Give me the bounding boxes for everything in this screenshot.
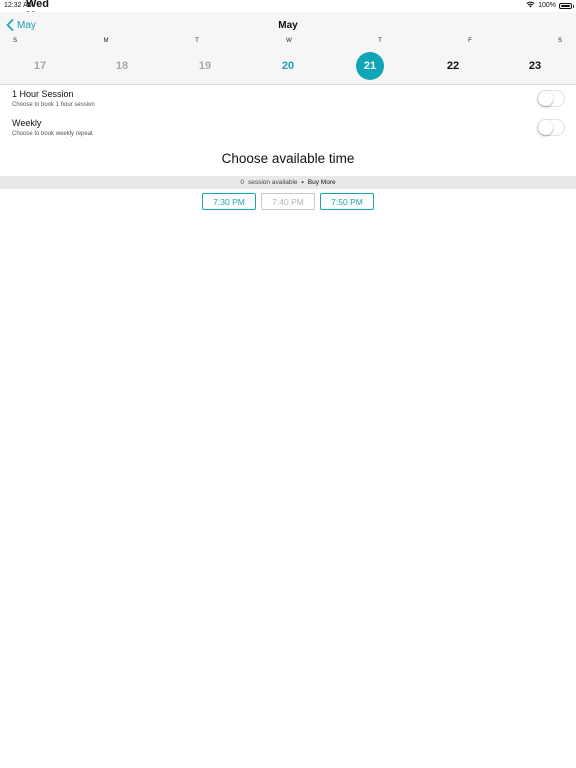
option-one-hour-session: 1 Hour Session Choose to book 1 hour ses… <box>0 89 576 117</box>
session-count: 0 <box>240 179 244 186</box>
section-title: Choose available time <box>221 151 355 166</box>
toggle-knob <box>538 91 553 106</box>
time-slot-list: 7:30 PM 7:40 PM 7:50 PM <box>0 193 576 210</box>
time-slot-button[interactable]: 7:30 PM <box>202 193 256 210</box>
date-cell[interactable]: 23 <box>521 52 549 80</box>
date-cell-selected[interactable]: 21 <box>356 52 384 80</box>
weekday-row: S M T W T F S <box>0 38 576 48</box>
weekday-label: T <box>195 38 199 44</box>
page-title: May <box>278 20 298 31</box>
option-title: 1 Hour Session <box>12 89 74 99</box>
status-bar: 12:32 AM Wed May 20 100% <box>0 0 576 34</box>
weekday-label: F <box>468 38 472 44</box>
session-available-label: session available <box>248 179 298 186</box>
battery-icon <box>559 2 574 9</box>
date-cell[interactable]: 18 <box>108 52 136 80</box>
weekday-label: S <box>12 38 18 44</box>
weekday-label: T <box>378 38 382 44</box>
weekday-label: S <box>557 38 563 44</box>
time-slot-button[interactable]: 7:50 PM <box>320 193 374 210</box>
one-hour-session-toggle[interactable] <box>537 90 565 107</box>
date-cell-today[interactable]: 20 <box>274 52 302 80</box>
date-cell[interactable]: 17 <box>26 52 54 80</box>
buy-more-link[interactable]: Buy More <box>308 179 336 186</box>
weekly-toggle[interactable] <box>537 119 565 136</box>
date-cell[interactable]: 22 <box>439 52 467 80</box>
date-cell[interactable]: 19 <box>191 52 219 80</box>
separator-dot: • <box>301 179 304 186</box>
wifi-icon <box>526 1 535 10</box>
status-right: 100% <box>526 1 574 10</box>
weekday-label: W <box>286 38 292 44</box>
battery-percent: 100% <box>538 2 556 9</box>
option-title: Weekly <box>12 118 42 128</box>
option-subtitle: Choose to book weekly repeat <box>12 131 93 137</box>
weekday-label: M <box>103 38 109 44</box>
toggle-knob <box>538 120 553 135</box>
date-row: 17 18 19 20 21 22 23 <box>0 52 576 80</box>
availability-bar: 0 session available • Buy More <box>0 176 576 189</box>
option-subtitle: Choose to book 1 hour session <box>12 102 95 108</box>
option-weekly: Weekly Choose to book weekly repeat <box>0 118 576 146</box>
calendar-header: May May S M T W T F S 17 18 19 20 21 22 … <box>0 12 576 85</box>
time-slot-button-disabled: 7:40 PM <box>261 193 315 210</box>
